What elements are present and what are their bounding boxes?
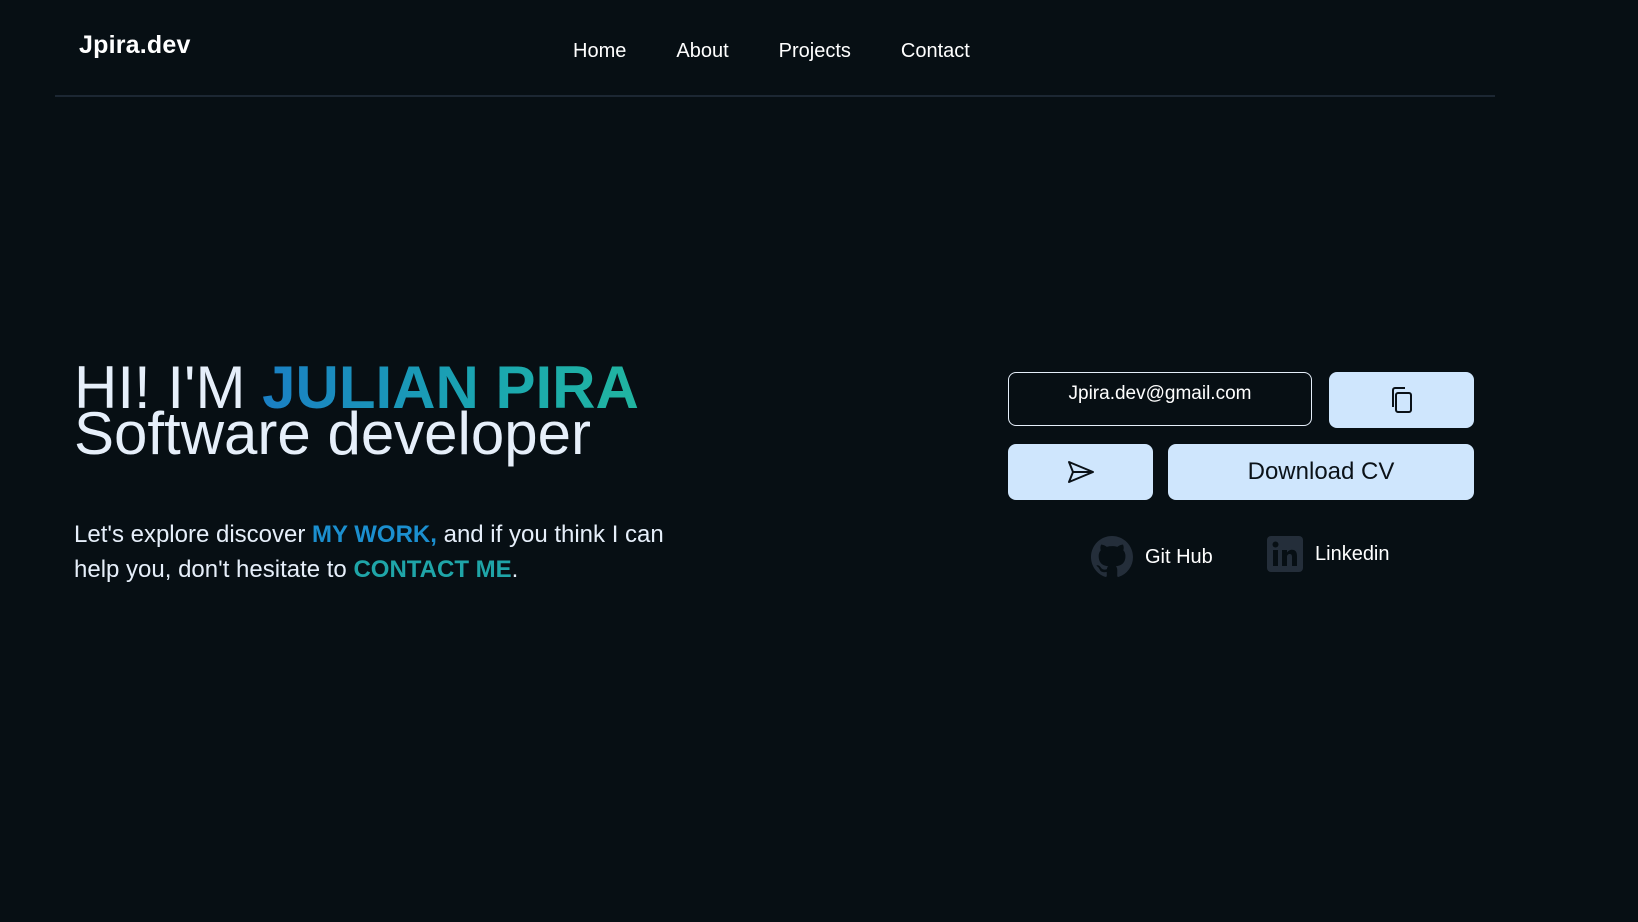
github-label: Git Hub: [1145, 545, 1213, 568]
send-icon: [1067, 461, 1094, 483]
page: Jpira.dev Home About Projects Contact HI…: [0, 0, 1638, 922]
my-work-link[interactable]: MY WORK,: [312, 521, 437, 548]
download-cv-button[interactable]: Download CV: [1168, 444, 1474, 500]
contact-me-link[interactable]: CONTACT ME: [353, 556, 511, 583]
site-logo[interactable]: Jpira.dev: [79, 31, 191, 60]
github-link[interactable]: Git Hub: [1091, 536, 1213, 578]
nav-projects-link[interactable]: Projects: [779, 40, 851, 63]
nav-contact-link[interactable]: Contact: [901, 40, 970, 63]
github-icon: [1091, 536, 1133, 577]
desc-text-3: .: [511, 556, 519, 583]
linkedin-icon: [1267, 536, 1303, 572]
desc-text-1: Let's explore discover: [74, 521, 313, 548]
email-display[interactable]: Jpira.dev@gmail.com: [1008, 372, 1312, 426]
hero-subtitle: Software developer: [74, 400, 591, 467]
copy-email-button[interactable]: [1329, 372, 1474, 428]
nav-about-link[interactable]: About: [676, 40, 728, 63]
nav-home-link[interactable]: Home: [573, 40, 626, 63]
linkedin-link[interactable]: Linkedin: [1267, 536, 1390, 572]
navbar: Jpira.dev Home About Projects Contact: [55, 0, 1495, 97]
hero-description: Let's explore discover MY WORK, and if y…: [74, 517, 714, 587]
send-email-button[interactable]: [1008, 444, 1153, 500]
linkedin-label: Linkedin: [1315, 542, 1390, 565]
copy-icon: [1391, 387, 1412, 413]
main-nav: Home About Projects Contact: [573, 40, 1020, 63]
